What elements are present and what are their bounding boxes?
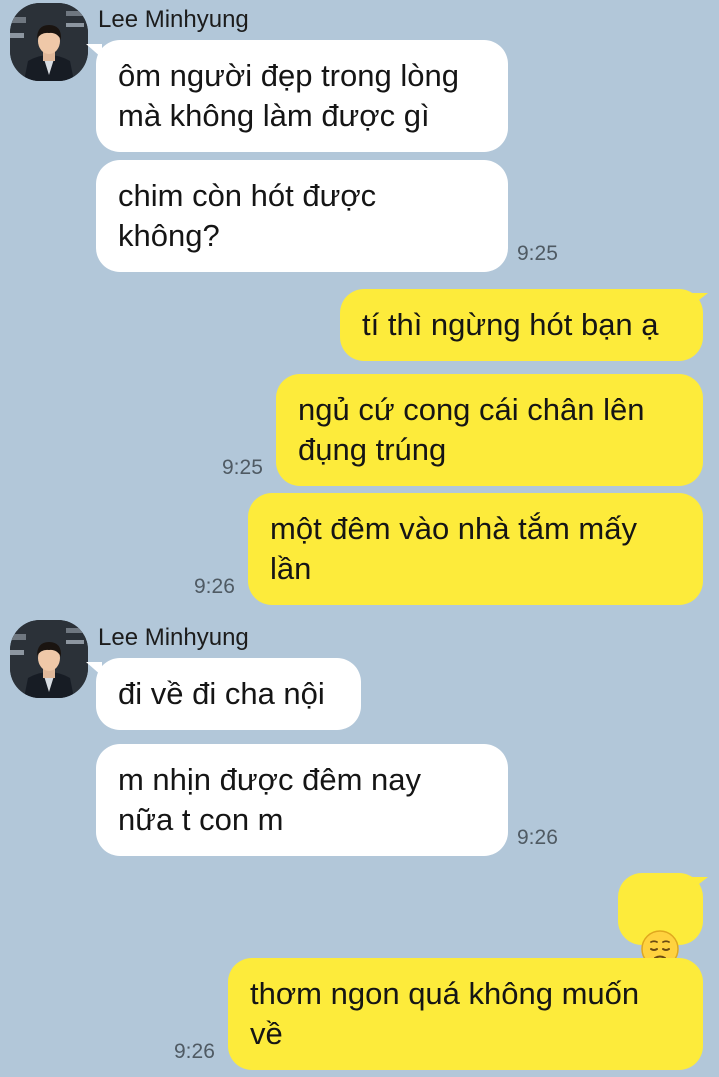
message-timestamp: 9:25 [517, 242, 558, 265]
message-bubble-incoming[interactable]: chim còn hót được không? [96, 160, 508, 272]
contact-avatar[interactable] [10, 3, 88, 81]
avatar-photo [10, 3, 88, 81]
emoji-message-bubble[interactable] [618, 873, 703, 968]
message-bubble-outgoing[interactable]: thơm ngon quá không muốn về [228, 958, 703, 1070]
avatar-photo [10, 620, 88, 698]
message-bubble-outgoing[interactable]: một đêm vào nhà tắm mấy lần [248, 493, 703, 605]
message-timestamp: 9:25 [222, 456, 263, 479]
message-bubble-outgoing[interactable]: tí thì ngừng hót bạn ạ [340, 289, 703, 361]
message-bubble-outgoing[interactable]: ngủ cứ cong cái chân lên đụng trúng [276, 374, 703, 486]
message-bubble-incoming[interactable]: ôm người đẹp trong lòng mà không làm đượ… [96, 40, 508, 152]
message-timestamp: 9:26 [517, 826, 558, 849]
message-timestamp: 9:26 [194, 575, 235, 598]
message-bubble-incoming[interactable]: đi về đi cha nội [96, 658, 361, 730]
sender-name: Lee Minhyung [98, 624, 249, 651]
sender-name: Lee Minhyung [98, 6, 249, 33]
message-bubble-incoming[interactable]: m nhịn được đêm nay nữa t con m [96, 744, 508, 856]
message-timestamp: 9:26 [174, 1040, 215, 1063]
contact-avatar[interactable] [10, 620, 88, 698]
